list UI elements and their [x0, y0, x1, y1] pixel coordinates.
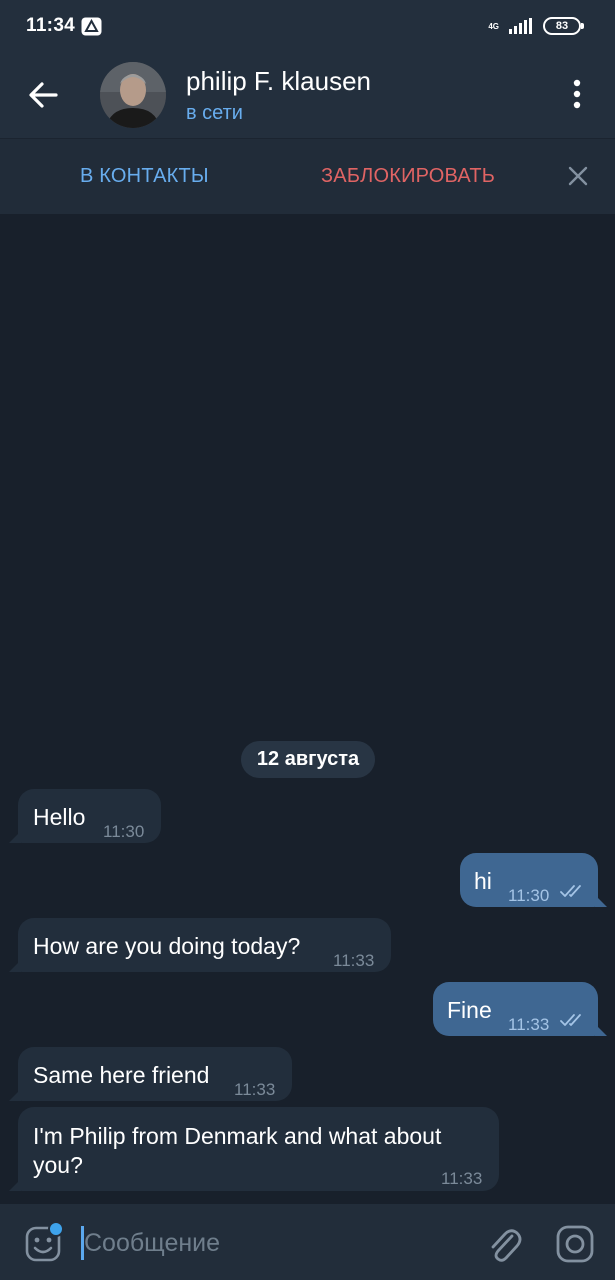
message-incoming[interactable]: I'm Philip from Denmark and what about y… — [9, 1107, 499, 1191]
message-input-bar — [0, 1204, 615, 1280]
message-text: Same here friend — [33, 1062, 210, 1088]
message-time: 11:33 — [441, 1169, 483, 1188]
chat-header: philip F. klausen в сети — [0, 52, 615, 138]
status-bar: 11:34 4G 83 — [0, 0, 615, 52]
message-time: 11:30 — [508, 886, 550, 905]
contact-name[interactable]: philip F. klausen — [186, 66, 371, 97]
network-label: 4G — [488, 21, 499, 31]
message-outgoing[interactable]: hi 11:30 — [460, 853, 607, 907]
double-check-icon — [560, 1014, 581, 1026]
block-user-button[interactable]: ЗАБЛОКИРОВАТЬ — [321, 165, 495, 188]
attach-icon[interactable] — [486, 1224, 522, 1264]
camera-icon[interactable] — [555, 1224, 595, 1264]
action-bar: В КОНТАКТЫ ЗАБЛОКИРОВАТЬ — [0, 138, 615, 214]
double-check-icon — [560, 885, 581, 897]
network-type: 4G — [488, 22, 499, 31]
battery-indicator: 83 — [543, 17, 584, 35]
add-contact-button[interactable]: В КОНТАКТЫ — [80, 165, 209, 188]
avatar-photo — [100, 62, 166, 128]
avatar[interactable] — [100, 62, 166, 128]
message-text: Hello — [33, 804, 86, 830]
status-right: 4G 83 — [488, 17, 584, 35]
message-text-line-1: I'm Philip from Denmark and what about — [33, 1123, 442, 1149]
message-text: Fine — [447, 997, 492, 1023]
message-incoming[interactable]: Hello 11:30 — [9, 789, 161, 843]
message-text: How are you doing today? — [33, 933, 301, 959]
message-outgoing[interactable]: Fine 11:33 — [433, 982, 607, 1036]
app-notification-icon — [81, 17, 102, 35]
contact-status: в сети — [186, 102, 243, 124]
message-incoming[interactable]: How are you doing today? 11:33 — [9, 918, 391, 972]
message-input[interactable] — [84, 1224, 464, 1262]
status-time: 11:34 — [26, 15, 76, 36]
message-text: hi — [474, 868, 492, 894]
message-time: 11:33 — [333, 951, 375, 970]
message-text-line-2: you? — [33, 1152, 83, 1178]
signal-icon — [509, 18, 532, 34]
message-time: 11:33 — [234, 1080, 276, 1099]
status-left: 11:34 — [26, 15, 102, 37]
more-vertical-icon[interactable] — [562, 76, 592, 112]
notification-dot — [48, 1221, 64, 1237]
message-time: 11:30 — [103, 822, 145, 841]
close-icon[interactable] — [566, 164, 590, 188]
back-arrow-icon[interactable] — [26, 78, 60, 112]
message-incoming[interactable]: Same here friend 11:33 — [9, 1047, 292, 1101]
message-time: 11:33 — [508, 1015, 550, 1034]
date-separator: 12 августа — [241, 741, 375, 778]
